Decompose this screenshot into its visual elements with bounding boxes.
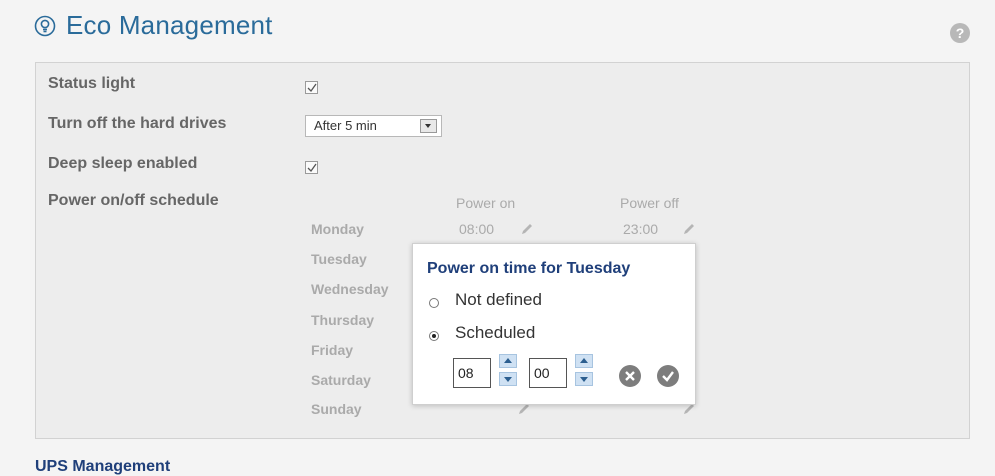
power-off-header: Power off: [620, 195, 679, 211]
minute-up-button[interactable]: [575, 354, 593, 368]
day-monday: Monday: [311, 221, 364, 237]
turn-off-drives-select[interactable]: After 5 min: [305, 115, 442, 137]
question-circle-icon[interactable]: ?: [950, 23, 970, 43]
power-on-time-popup: Power on time for Tuesday Not defined Sc…: [412, 243, 696, 405]
checkmark-icon: [307, 83, 317, 93]
monday-power-on: 08:00: [459, 221, 495, 237]
deep-sleep-label: Deep sleep enabled: [48, 155, 198, 172]
radio-scheduled[interactable]: [429, 331, 439, 341]
option-scheduled-label: Scheduled: [455, 323, 536, 342]
deep-sleep-checkbox[interactable]: [305, 161, 318, 174]
minute-input[interactable]: 00: [529, 358, 567, 388]
day-wednesday: Wednesday: [311, 281, 389, 297]
minute-down-button[interactable]: [575, 372, 593, 386]
day-saturday: Saturday: [311, 372, 371, 388]
minute-value: 00: [534, 365, 550, 381]
chevron-down-icon[interactable]: [420, 119, 437, 133]
pencil-icon[interactable]: [681, 221, 697, 237]
ups-management-heading: UPS Management: [35, 458, 171, 475]
option-not-defined-label: Not defined: [455, 290, 542, 309]
page-title: Eco Management: [66, 10, 273, 40]
monday-power-off: 23:00: [623, 221, 659, 237]
status-light-checkbox[interactable]: [305, 81, 318, 94]
hour-value: 08: [458, 365, 474, 381]
hour-input[interactable]: 08: [453, 358, 491, 388]
radio-not-defined[interactable]: [429, 298, 439, 308]
day-thursday: Thursday: [311, 312, 375, 328]
popup-title: Power on time for Tuesday: [427, 260, 631, 277]
hour-down-button[interactable]: [499, 372, 517, 386]
power-on-header: Power on: [456, 195, 516, 211]
schedule-label: Power on/off schedule: [48, 192, 219, 209]
close-circle-icon[interactable]: [619, 365, 641, 387]
hour-up-button[interactable]: [499, 354, 517, 368]
day-sunday: Sunday: [311, 401, 362, 417]
header: Eco Management ?: [0, 0, 995, 50]
select-value: After 5 min: [314, 118, 377, 133]
status-light-label: Status light: [48, 75, 136, 92]
eco-bulb-icon: [34, 15, 56, 37]
day-tuesday: Tuesday: [311, 251, 367, 267]
title-wrap: Eco Management: [34, 10, 273, 41]
pencil-icon[interactable]: [519, 221, 535, 237]
day-friday: Friday: [311, 342, 354, 358]
turn-off-drives-label: Turn off the hard drives: [48, 115, 227, 132]
check-circle-icon[interactable]: [657, 365, 679, 387]
checkmark-icon: [307, 163, 317, 173]
